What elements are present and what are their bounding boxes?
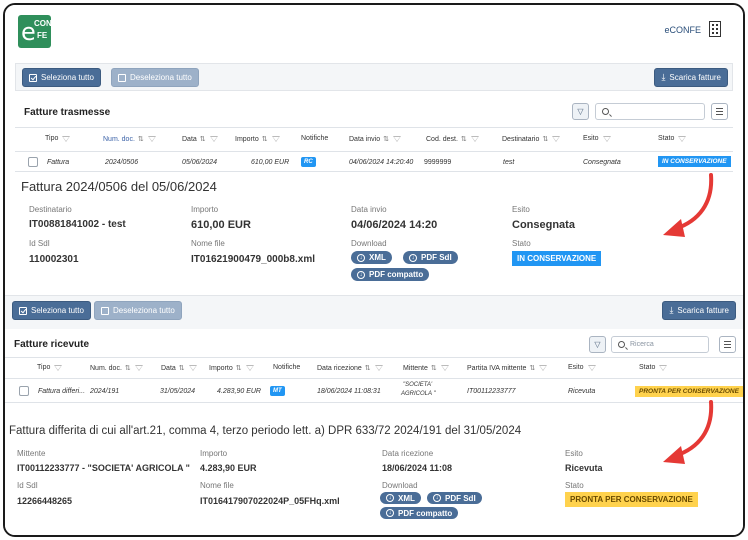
col-tipo[interactable]: Tipo (37, 364, 63, 371)
col-stato[interactable]: Stato (658, 135, 687, 142)
econfe-logo[interactable]: e CON FE (18, 15, 51, 48)
top-bar: e CON FE eCONFE (5, 5, 743, 61)
col-esito[interactable]: Esito (583, 135, 611, 142)
row-checkbox[interactable] (19, 386, 29, 396)
filter-icon[interactable]: ▽ (572, 103, 589, 120)
download-xml-button[interactable]: ↓ XML (351, 251, 392, 264)
sent-download-button[interactable]: ⤓ Scarica fatture (654, 68, 728, 87)
square-icon (118, 73, 126, 82)
filter-icon[interactable]: ▽ (589, 336, 606, 353)
download-xml-button[interactable]: ↓ XML (380, 492, 421, 504)
col-esito[interactable]: Esito (568, 364, 596, 371)
col-notifiche: Notifiche (273, 364, 301, 371)
row-checkbox[interactable] (28, 157, 38, 167)
status-badge: IN CONSERVAZIONE (658, 156, 731, 167)
notification-badge[interactable]: MT (270, 386, 285, 396)
sent-toolbar: Seleziona tutto Deseleziona tutto ⤓ Scar… (15, 63, 733, 91)
received-panel-title: Fatture ricevute (14, 339, 90, 350)
sent-search-input[interactable] (595, 103, 705, 120)
download-icon: ⤓ (661, 72, 666, 82)
detail-status-badge: IN CONSERVAZIONE (512, 251, 602, 266)
col-data-ricezione[interactable]: Data ricezione ⇅ (317, 364, 383, 372)
sent-deselect-all-button[interactable]: Deseleziona tutto (111, 68, 199, 87)
sent-detail-title: Fattura 2024/0506 del 05/06/2024 (21, 179, 217, 194)
sent-panel: Fatture trasmesse ▽ Tipo Num. doc. ⇅ Data… (15, 93, 733, 293)
col-tipo[interactable]: Tipo (45, 135, 71, 142)
app-frame: e CON FE eCONFE Seleziona tutto Deselezi… (3, 3, 745, 537)
sent-select-all-button[interactable]: Seleziona tutto (22, 68, 101, 87)
square-icon (101, 306, 109, 315)
col-data-invio[interactable]: Data invio ⇅ (349, 135, 402, 143)
received-download-button[interactable]: ⤓ Scarica fatture (662, 301, 736, 320)
detail-status-badge: PRONTA PER CONSERVAZIONE (565, 492, 698, 507)
col-stato[interactable]: Stato (639, 364, 668, 371)
notification-badge[interactable]: RC (301, 157, 316, 167)
download-pdf-sdi-button[interactable]: ↓ PDF SdI (427, 492, 482, 504)
download-pdf-sdi-button[interactable]: ↓ PDF SdI (403, 251, 458, 264)
status-badge: PRONTA PER CONSERVAZIONE (635, 386, 743, 397)
col-importo[interactable]: Importo ⇅ (209, 364, 254, 372)
brand-name: eCONFE (664, 25, 701, 35)
col-importo[interactable]: Importo ⇅ (235, 135, 280, 143)
col-num-doc[interactable]: Num. doc. ⇅ (103, 135, 156, 143)
col-cod-dest[interactable]: Cod. dest. ⇅ (426, 135, 479, 143)
menu-icon[interactable] (711, 103, 728, 120)
col-notifiche: Notifiche (301, 135, 329, 142)
col-data[interactable]: Data ⇅ (182, 135, 218, 143)
red-arrow-icon (663, 173, 714, 237)
menu-icon[interactable] (719, 336, 736, 353)
received-select-all-button[interactable]: Seleziona tutto (12, 301, 91, 320)
search-icon (618, 341, 625, 348)
checkbox-icon (19, 306, 27, 315)
col-partita-iva[interactable]: Partita IVA mittente ⇅ (467, 364, 548, 372)
col-destinatario[interactable]: Destinatario ⇅ (502, 135, 561, 143)
received-panel: Fatture ricevute ▽ Ricerca Tipo Num. doc… (5, 329, 743, 535)
received-search-input[interactable]: Ricerca (611, 336, 709, 353)
download-pdf-compatto-button[interactable]: ↓ PDF compatto (380, 507, 459, 519)
received-detail-title: Fattura differita di cui all'art.21, com… (9, 425, 522, 437)
red-arrow-icon (663, 400, 714, 464)
col-mittente[interactable]: Mittente ⇅ (403, 364, 449, 372)
search-icon (602, 108, 609, 115)
building-icon[interactable] (709, 21, 721, 37)
sent-panel-title: Fatture trasmesse (24, 107, 111, 118)
download-pdf-compatto-button[interactable]: ↓ PDF compatto (351, 268, 430, 281)
download-icon: ⤓ (669, 305, 674, 315)
col-num-doc[interactable]: Num. doc. ⇅ (90, 364, 143, 372)
checkbox-icon (29, 73, 37, 82)
col-data[interactable]: Data ⇅ (161, 364, 197, 372)
received-deselect-all-button[interactable]: Deseleziona tutto (94, 301, 182, 320)
received-toolbar: Seleziona tutto Deseleziona tutto ⤓ Scar… (5, 295, 743, 329)
